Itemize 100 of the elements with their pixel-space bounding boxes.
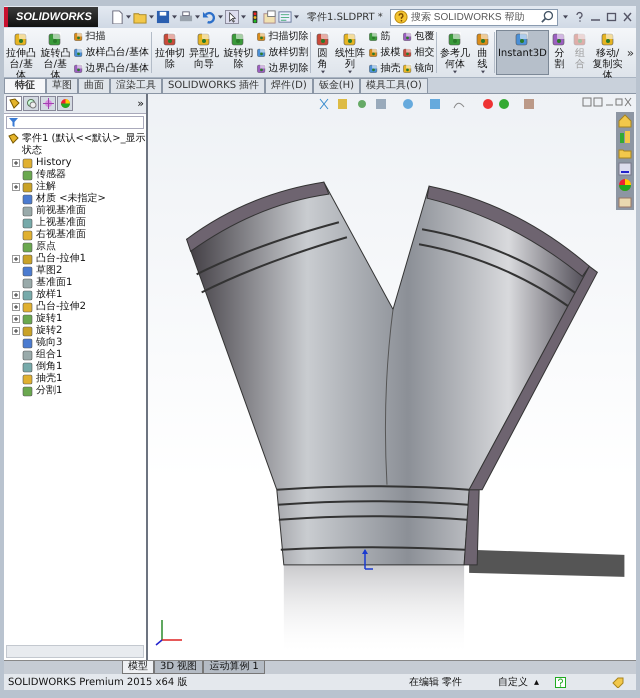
tool-icon[interactable] (73, 47, 84, 58)
caret-icon[interactable] (194, 14, 200, 20)
tool-icon[interactable] (256, 63, 268, 74)
tree-item[interactable]: 材质 <未指定> (36, 193, 106, 205)
tool-icon[interactable] (256, 47, 268, 58)
command-tab[interactable]: 模具工具(O) (360, 78, 428, 93)
ribbon-link[interactable]: 边界切除 (268, 62, 308, 75)
horizontal-scrollbar[interactable] (6, 645, 144, 658)
command-tab[interactable]: 特征 (4, 78, 46, 93)
expand-toggle-icon[interactable] (12, 183, 20, 191)
caret-icon[interactable] (126, 14, 131, 20)
maximize-icon[interactable] (605, 11, 618, 23)
tree-item[interactable]: 草图2 (36, 265, 62, 277)
search-icon[interactable] (540, 10, 554, 24)
save-icon[interactable] (156, 10, 170, 24)
ribbon-link[interactable]: 拔模 (380, 46, 400, 59)
panel-tab[interactable] (57, 96, 73, 111)
ribbon-link[interactable]: 包覆 (414, 30, 434, 43)
command-tab[interactable]: 曲面 (78, 78, 110, 93)
bottom-tab[interactable]: 模型 (122, 661, 154, 674)
ribbon-link[interactable]: 抽壳 (380, 62, 400, 75)
close-icon[interactable] (621, 11, 634, 23)
command-tab[interactable]: 渲染工具 (110, 78, 162, 93)
ribbon-button[interactable]: 拉伸切除 (152, 30, 187, 75)
search-field[interactable]: 搜索 SOLIDWORKS 帮助 (390, 8, 558, 26)
tree-item[interactable]: 原点 (36, 241, 56, 253)
tree-item[interactable]: 放样1 (36, 289, 62, 301)
tree-item[interactable]: 分割1 (36, 385, 62, 397)
tag-icon[interactable] (612, 676, 624, 688)
command-tab[interactable]: 钣金(H) (312, 78, 360, 93)
ribbon-link[interactable]: 放样切割 (268, 46, 308, 59)
tool-icon[interactable] (402, 63, 414, 74)
caret-icon[interactable] (294, 14, 299, 20)
app-logo[interactable]: SOLIDWORKS (4, 7, 98, 27)
viewport-window-controls-icon[interactable] (582, 97, 632, 107)
ribbon-link[interactable]: 边界凸台/基体 (85, 62, 149, 75)
printer-icon[interactable] (178, 10, 193, 24)
tool-icon[interactable] (368, 63, 380, 74)
tool-icon[interactable] (402, 31, 414, 42)
expand-toggle-icon[interactable] (12, 327, 20, 335)
more-button[interactable]: » (137, 97, 144, 110)
tree-item[interactable]: 凸台-拉伸1 (36, 253, 86, 265)
ribbon-link[interactable]: 扫描切除 (268, 30, 308, 43)
ribbon-button[interactable]: Instant3D (496, 30, 549, 75)
tree-item[interactable]: 右视基准面 (36, 229, 86, 241)
caret-icon[interactable] (563, 14, 568, 20)
tree-item[interactable]: 旋转2 (36, 325, 62, 337)
tree-item[interactable]: 基准面1 (36, 277, 72, 289)
undo-icon[interactable] (202, 10, 216, 24)
tree-item[interactable]: 前视基准面 (36, 205, 86, 217)
ribbon-button[interactable]: 圆角 (312, 30, 334, 75)
expand-toggle-icon[interactable] (12, 291, 20, 299)
ribbon-link[interactable]: 扫描 (85, 30, 106, 43)
form-icon[interactable] (278, 10, 292, 24)
tree-item[interactable]: 上视基准面 (36, 217, 86, 229)
ribbon-button[interactable]: 旋转切除 (221, 30, 256, 75)
tool-icon[interactable] (73, 63, 84, 74)
panel-tab[interactable] (6, 96, 22, 111)
tree-item[interactable]: 镜向3 (36, 337, 62, 349)
expand-toggle-icon[interactable] (12, 315, 20, 323)
command-tab[interactable]: SOLIDWORKS 插件 (162, 78, 266, 93)
tool-icon[interactable] (256, 31, 268, 42)
pointer-icon[interactable] (224, 10, 239, 24)
tree-item[interactable]: 传感器 (36, 169, 66, 181)
bottom-tab[interactable]: 运动算例 1 (203, 661, 265, 674)
filter-field[interactable] (6, 116, 144, 129)
units-caret[interactable]: ▴ (534, 676, 539, 688)
ribbon-button[interactable]: 分割 (548, 30, 570, 75)
tool-icon[interactable] (402, 47, 414, 58)
more-button[interactable]: » (624, 46, 636, 60)
tree-item[interactable]: 抽壳1 (36, 373, 62, 385)
options-icon[interactable] (262, 10, 277, 24)
tree-item[interactable]: 倒角1 (36, 361, 62, 373)
ribbon-button[interactable]: 线性阵列 (333, 30, 368, 75)
bottom-tab[interactable]: 3D 视图 (154, 661, 204, 674)
ribbon-link[interactable]: 筋 (380, 30, 390, 43)
ribbon-link[interactable]: 放样凸台/基体 (85, 46, 149, 59)
ribbon-button[interactable]: 参考几何体 (438, 30, 472, 75)
ribbon-link[interactable]: 相交 (414, 46, 434, 59)
new-document-icon[interactable] (110, 10, 124, 24)
tree-item[interactable]: 注解 (36, 181, 56, 193)
tool-icon[interactable] (368, 31, 380, 42)
units-selector[interactable]: 自定义 (498, 675, 528, 689)
ribbon-button[interactable]: 曲线 (472, 30, 494, 75)
tool-icon[interactable] (368, 47, 380, 58)
expand-toggle-icon[interactable] (12, 255, 20, 263)
ribbon-button[interactable]: 异型孔向导 (186, 30, 222, 75)
panel-tab[interactable] (40, 96, 56, 111)
expand-toggle-icon[interactable] (12, 303, 20, 311)
command-tab[interactable]: 草图 (46, 78, 78, 93)
tree-item[interactable]: 零件1 (默认<<默认>_显示状态 (22, 133, 146, 157)
ribbon-link[interactable]: 镜向 (414, 62, 434, 75)
tree-item[interactable]: 旋转1 (36, 313, 62, 325)
tool-icon[interactable] (73, 31, 84, 42)
caret-icon[interactable] (172, 14, 177, 20)
panel-tab[interactable] (23, 96, 39, 111)
expand-toggle-icon[interactable] (12, 159, 20, 167)
help-icon[interactable] (555, 676, 566, 688)
tree-item[interactable]: 凸台-拉伸2 (36, 301, 86, 313)
caret-icon[interactable] (148, 14, 154, 20)
